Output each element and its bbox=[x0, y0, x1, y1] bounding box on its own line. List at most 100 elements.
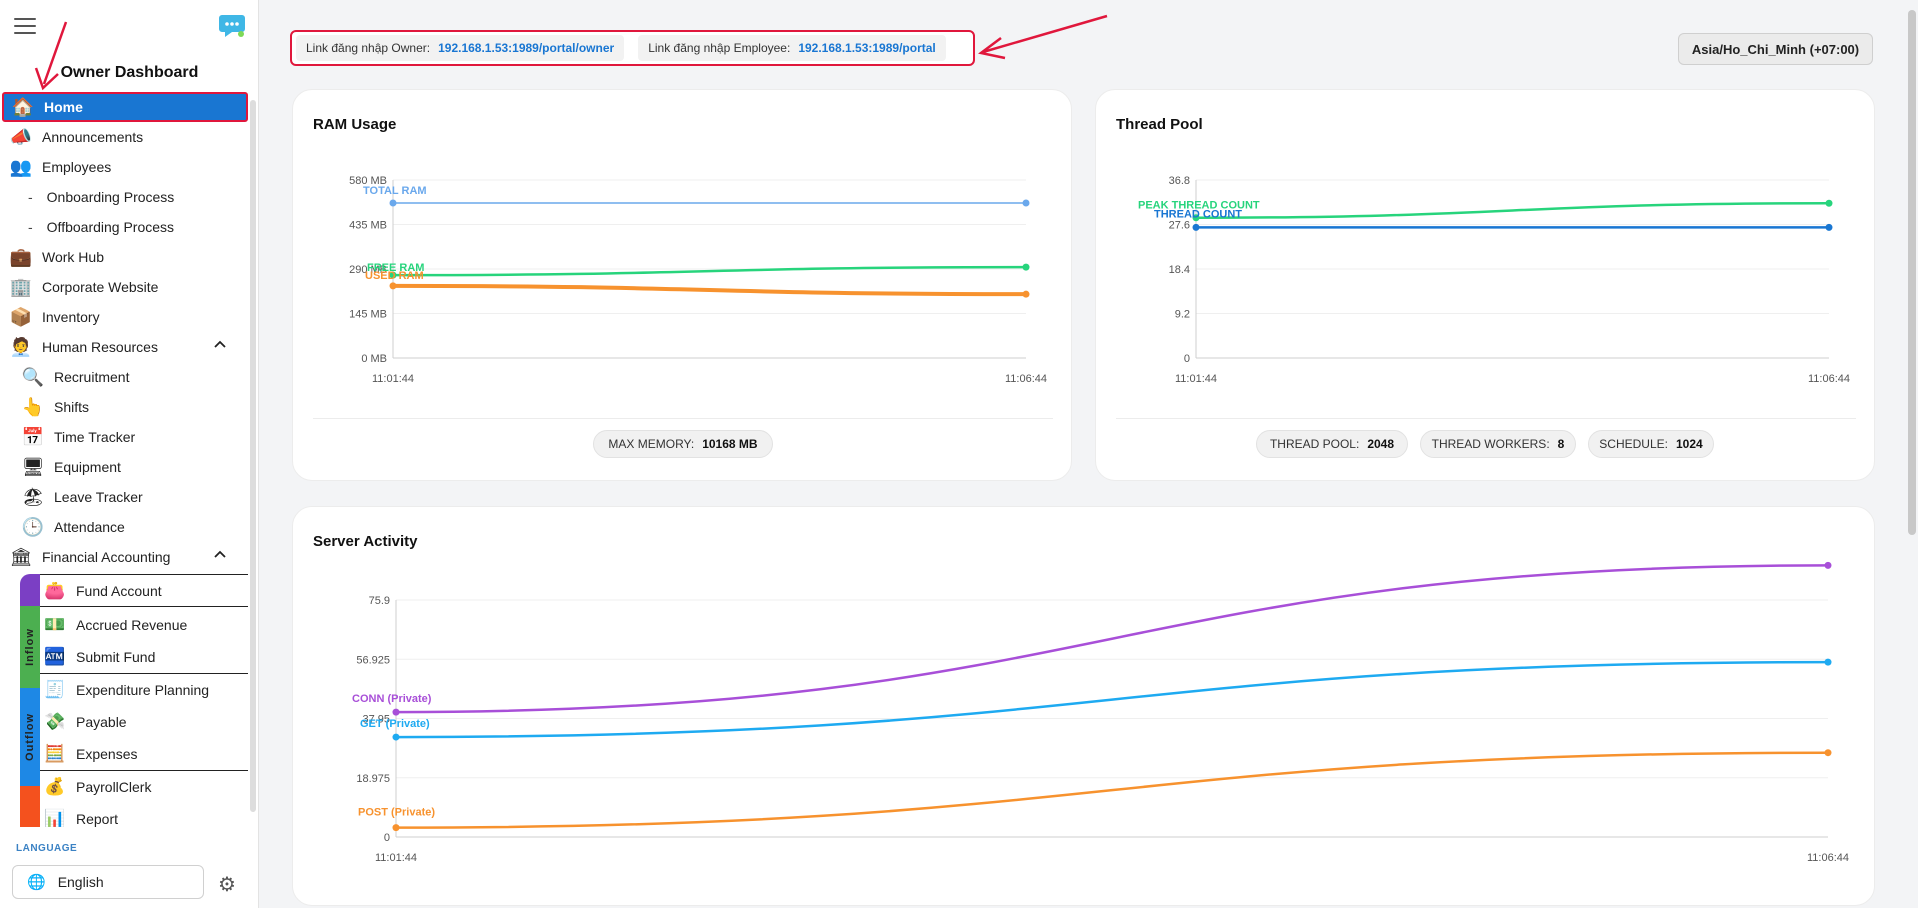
annotation-arrow-icon bbox=[34, 21, 68, 91]
x-tick-label: 11:06:44 bbox=[1808, 373, 1850, 385]
owner-login-link[interactable]: 192.168.1.53:1989/portal/owner bbox=[438, 41, 614, 55]
sidebar-item-label: PayrollClerk bbox=[76, 779, 152, 795]
series-label: TOTAL RAM bbox=[363, 185, 427, 197]
sidebar-item-attendance[interactable]: 🕒 Attendance bbox=[2, 512, 248, 542]
sidebar-item-financial-accounting[interactable]: 🏛 Financial Accounting bbox=[2, 542, 248, 572]
sidebar-item-label: Shifts bbox=[54, 399, 90, 415]
payroll-icon: 💰 bbox=[44, 777, 66, 796]
sidebar-item-label: Employees bbox=[42, 159, 112, 175]
data-point bbox=[1022, 263, 1030, 271]
sidebar-item-label: Leave Tracker bbox=[54, 489, 143, 505]
sidebar-item-label: Home bbox=[44, 99, 83, 115]
page-scrollbar[interactable] bbox=[1908, 10, 1916, 535]
data-point bbox=[1824, 561, 1832, 569]
home-icon: 🏠 bbox=[11, 96, 35, 117]
sidebar-item-accrued-revenue[interactable]: 💵 Accrued Revenue bbox=[20, 609, 248, 641]
max-memory-value: 10168 MB bbox=[702, 437, 758, 451]
x-tick-label: 11:06:44 bbox=[1005, 373, 1047, 385]
sidebar-item-payable[interactable]: 💸 Payable bbox=[20, 706, 248, 738]
submit-fund-icon: 🏧 bbox=[44, 647, 66, 666]
chevron-up-icon[interactable] bbox=[214, 549, 226, 561]
series-line bbox=[392, 265, 1027, 277]
series-line bbox=[395, 660, 1829, 739]
timezone-button[interactable]: Asia/Ho_Chi_Minh (+07:00) bbox=[1678, 33, 1873, 65]
x-tick-label: 11:01:44 bbox=[375, 852, 417, 864]
sidebar-item-human-resources[interactable]: 🧑‍💼 Human Resources bbox=[2, 332, 248, 362]
x-tick-label: 11:06:44 bbox=[1807, 852, 1849, 864]
sidebar-item-home[interactable]: 🏠 Home bbox=[2, 92, 248, 122]
ram-usage-chart: 0 MB145 MB290 MB435 MB580 MB11:01:44 11:0… bbox=[349, 175, 1047, 385]
globe-icon: 🌐 bbox=[27, 874, 46, 891]
schedule-value: 1024 bbox=[1675, 437, 1703, 451]
y-tick-label: 145 MB bbox=[349, 309, 387, 321]
thread-pool-chip: THREAD POOL: 2048 bbox=[1256, 430, 1408, 458]
gear-icon[interactable]: ⚙ bbox=[218, 872, 236, 897]
sidebar-item-inventory[interactable]: 📦 Inventory bbox=[2, 302, 248, 332]
data-point bbox=[392, 708, 400, 716]
sidebar-item-onboarding[interactable]: - Onboarding Process bbox=[2, 182, 248, 212]
sidebar-item-offboarding[interactable]: - Offboarding Process bbox=[2, 212, 248, 242]
language-value: English bbox=[57, 874, 104, 890]
series-line bbox=[395, 564, 1829, 714]
sidebar-item-expenditure-planning[interactable]: 🧾 Expenditure Planning bbox=[20, 674, 248, 706]
sidebar-item-label: Announcements bbox=[42, 129, 144, 145]
attendance-icon: 🕒 bbox=[21, 516, 45, 537]
sidebar-item-announcements[interactable]: 📣 Announcements bbox=[2, 122, 248, 152]
sidebar-item-recruitment[interactable]: 🔍 Recruitment bbox=[2, 362, 248, 392]
y-tick-label: 18.4 bbox=[1169, 264, 1190, 276]
chevron-up-icon[interactable] bbox=[214, 339, 226, 351]
series-line bbox=[1195, 201, 1830, 219]
chat-logo-icon[interactable] bbox=[218, 12, 246, 38]
language-select[interactable]: 🌐 English bbox=[12, 865, 204, 899]
series-line bbox=[395, 751, 1829, 829]
planning-icon: 🧾 bbox=[44, 680, 66, 699]
sidebar-item-shifts[interactable]: 👆 Shifts bbox=[2, 392, 248, 422]
sidebar-item-label: Recruitment bbox=[54, 369, 130, 385]
sidebar-item-label: Work Hub bbox=[42, 249, 104, 265]
data-point bbox=[1824, 658, 1832, 666]
sidebar-item-label: Report bbox=[76, 811, 119, 827]
data-point bbox=[392, 824, 400, 832]
employees-icon: 👥 bbox=[9, 156, 33, 177]
employee-login-link[interactable]: 192.168.1.53:1989/portal bbox=[798, 41, 935, 55]
thread-pool-chart: 09.218.427.636.811:01:44 11:06:44PEAK THR… bbox=[1138, 175, 1850, 385]
sidebar-item-label: Equipment bbox=[54, 459, 121, 475]
sidebar-item-equipment[interactable]: 🖥 Equipment bbox=[2, 452, 248, 482]
wallet-icon: 👛 bbox=[44, 581, 66, 600]
sidebar-item-label: Fund Account bbox=[76, 583, 162, 599]
sidebar-item-label: Attendance bbox=[54, 519, 125, 535]
sidebar-item-fund-account[interactable]: 👛 Fund Account bbox=[20, 575, 248, 607]
sidebar-item-time-tracker[interactable]: 📅 Time Tracker bbox=[2, 422, 248, 452]
sidebar-scrollbar[interactable] bbox=[250, 100, 256, 812]
sidebar-item-label: Financial Accounting bbox=[42, 549, 171, 565]
thread-workers-chip: THREAD WORKERS: 8 bbox=[1420, 430, 1576, 458]
sidebar-item-report[interactable]: 📊 Report bbox=[20, 803, 248, 827]
sidebar-item-employees[interactable]: 👥 Employees bbox=[2, 152, 248, 182]
y-tick-label: 75.9 bbox=[369, 595, 390, 607]
finance-icon: 🏛 bbox=[9, 546, 33, 567]
sidebar-item-leave-tracker[interactable]: 🏖 Leave Tracker bbox=[2, 482, 248, 512]
data-point bbox=[392, 733, 400, 741]
sidebar-item-corporate-website[interactable]: 🏢 Corporate Website bbox=[2, 272, 248, 302]
data-point bbox=[1022, 290, 1030, 298]
payable-icon: 💸 bbox=[44, 712, 66, 731]
inventory-icon: 📦 bbox=[9, 306, 33, 327]
sidebar-item-label: Onboarding Process bbox=[46, 189, 175, 205]
sidebar-item-label: Corporate Website bbox=[42, 279, 159, 295]
x-tick-label: 11:01:44 bbox=[372, 373, 414, 385]
data-point bbox=[389, 282, 397, 290]
sidebar-item-expenses[interactable]: 🧮 Expenses bbox=[20, 738, 248, 770]
sidebar-item-payrollclerk[interactable]: 💰 PayrollClerk bbox=[20, 771, 248, 803]
menu-icon[interactable] bbox=[14, 18, 36, 34]
schedule-label: SCHEDULE: bbox=[1599, 437, 1668, 451]
login-links-box: Link đăng nhập Owner: 192.168.1.53:1989/… bbox=[290, 30, 975, 66]
sidebar-item-work-hub[interactable]: 💼 Work Hub bbox=[2, 242, 248, 272]
y-tick-label: 56.925 bbox=[356, 654, 390, 666]
employee-login-label: Link đăng nhập Employee: bbox=[648, 41, 791, 55]
hr-icon: 🧑‍💼 bbox=[9, 336, 33, 357]
ram-usage-card: RAM Usage 0 MB 145 MB 290 MB 435 MB 580 MB 11… bbox=[292, 89, 1072, 481]
revenue-icon: 💵 bbox=[44, 615, 66, 634]
sidebar: Owner Dashboard 🏠 Home 📣 Announcements 👥… bbox=[0, 0, 259, 908]
sidebar-item-label: Human Resources bbox=[42, 339, 158, 355]
sidebar-item-submit-fund[interactable]: 🏧 Submit Fund bbox=[20, 641, 248, 673]
